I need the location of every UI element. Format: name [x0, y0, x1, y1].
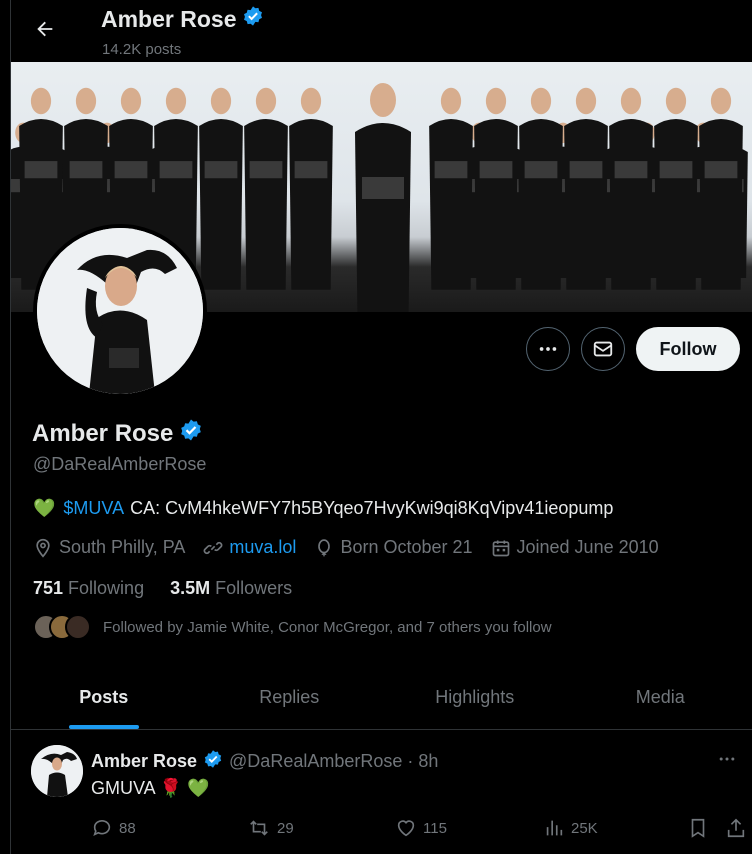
tweet-avatar-photo: [31, 745, 83, 797]
calendar-icon: [492, 540, 509, 556]
follow-counts: 751 Following 3.5M Followers: [33, 578, 318, 599]
balloon-icon: [318, 538, 331, 556]
tweet-handle-time: @DaRealAmberRose · 8h: [229, 751, 439, 771]
bio-text: CA: CvM4hkeWFY7h5BYqeo7HvyKwi9qi8KqVipv4…: [130, 498, 614, 518]
header-name-text: Amber Rose: [101, 5, 237, 32]
tweet-header: Amber Rose @DaRealAmberRose · 8h: [91, 749, 438, 774]
more-button[interactable]: [526, 327, 570, 371]
following-label: Following: [68, 578, 145, 598]
cashtag-link[interactable]: $MUVA: [63, 498, 124, 519]
more-horizontal-icon: [719, 757, 735, 761]
repost-icon: [250, 820, 268, 836]
tab-label: Posts: [79, 687, 129, 707]
website-link[interactable]: muva.lol: [229, 537, 296, 558]
tab-label: Media: [635, 687, 685, 707]
reply-bubble-icon: [93, 819, 111, 836]
banner-figure: [564, 87, 608, 290]
repost-button[interactable]: 29: [247, 817, 294, 839]
location-pin-icon: [36, 538, 50, 558]
views-button[interactable]: 25K: [543, 817, 598, 839]
followers-link[interactable]: 3.5M Followers: [170, 578, 292, 599]
profile-meta: South Philly, PA muva.lol Born October 2…: [33, 537, 677, 558]
followers-label: Followers: [215, 578, 293, 598]
tab-media[interactable]: Media: [568, 666, 752, 729]
mutual-avatar: [65, 614, 91, 640]
banner-figure: [244, 87, 288, 290]
active-tab-indicator: [68, 725, 139, 729]
banner-figure: [199, 87, 243, 290]
followed-by-text: Followed by Jamie White, Conor McGregor,…: [103, 618, 552, 636]
post-count: 14.2K posts: [102, 41, 182, 58]
banner-figure: [474, 87, 518, 290]
profile-handle: @DaRealAmberRose: [33, 454, 207, 474]
banner-figure: [519, 87, 563, 290]
profile-page: Amber Rose 14.2K posts Follow Amber Rose…: [10, 0, 752, 854]
birthday: Born October 21: [314, 537, 473, 558]
followed-by[interactable]: Followed by Jamie White, Conor McGregor,…: [33, 614, 552, 640]
banner-figure: [429, 87, 473, 290]
profile-name-text: Amber Rose: [32, 419, 174, 447]
joined-text: Joined June 2010: [516, 537, 659, 557]
bookmark-button[interactable]: [687, 817, 715, 839]
green-heart-icon: 💚: [33, 498, 56, 518]
banner-figure: [609, 87, 653, 290]
views-count: 25K: [571, 819, 598, 837]
bar-chart-icon: [546, 820, 563, 836]
verified-badge-icon: [203, 749, 223, 774]
envelope-icon: [593, 341, 613, 357]
link-icon: [204, 541, 223, 554]
repost-count: 29: [277, 819, 294, 837]
like-button[interactable]: 115: [395, 817, 447, 839]
location: South Philly, PA: [33, 537, 185, 558]
tab-posts[interactable]: Posts: [11, 666, 197, 729]
share-button[interactable]: [725, 817, 752, 839]
joined: Joined June 2010: [491, 537, 659, 558]
reply-button[interactable]: 88: [91, 817, 136, 839]
follow-button[interactable]: Follow: [636, 327, 740, 371]
banner-figure: [355, 83, 411, 312]
reply-count: 88: [119, 819, 136, 837]
message-button[interactable]: [581, 327, 625, 371]
tab-label: Replies: [259, 687, 320, 707]
profile-bio: 💚 $MUVA CA: CvM4hkeWFY7h5BYqeo7HvyKwi9qi…: [33, 498, 613, 519]
location-text: South Philly, PA: [59, 537, 186, 557]
tab-label: Highlights: [435, 687, 515, 707]
share-icon: [727, 818, 745, 838]
birthday-text: Born October 21: [340, 537, 473, 557]
avatar-photo: [37, 228, 203, 394]
tweet-more-button[interactable]: [717, 749, 737, 774]
profile-tabs: Posts Replies Highlights Media: [11, 666, 752, 730]
verified-badge-icon: [179, 418, 203, 449]
bookmark-icon: [691, 818, 705, 838]
header-bar: Amber Rose 14.2K posts: [11, 0, 752, 62]
tab-highlights[interactable]: Highlights: [382, 666, 568, 729]
arrow-left-icon: [37, 21, 53, 37]
banner-figure: [289, 87, 333, 290]
banner-figure: [699, 87, 743, 290]
verified-badge-icon: [242, 5, 264, 33]
tweet[interactable]: Amber Rose @DaRealAmberRose · 8h GMUVA 🌹…: [11, 731, 752, 854]
tweet-avatar[interactable]: [31, 745, 83, 797]
followers-count: 3.5M: [170, 578, 211, 598]
header-name: Amber Rose: [101, 5, 264, 33]
banner-figure: [654, 87, 698, 290]
heart-icon: [397, 820, 415, 837]
tweet-text: GMUVA 🌹 💚: [91, 778, 210, 798]
tweet-author-name[interactable]: Amber Rose: [91, 751, 197, 772]
like-count: 115: [423, 819, 447, 837]
more-horizontal-icon: [539, 347, 557, 351]
tab-replies[interactable]: Replies: [197, 666, 383, 729]
following-link[interactable]: 751 Following: [33, 578, 144, 599]
following-count: 751: [33, 578, 64, 598]
profile-avatar[interactable]: [33, 224, 207, 398]
profile-name: Amber Rose: [32, 418, 203, 449]
back-button[interactable]: [31, 15, 59, 43]
website: muva.lol: [203, 537, 296, 558]
